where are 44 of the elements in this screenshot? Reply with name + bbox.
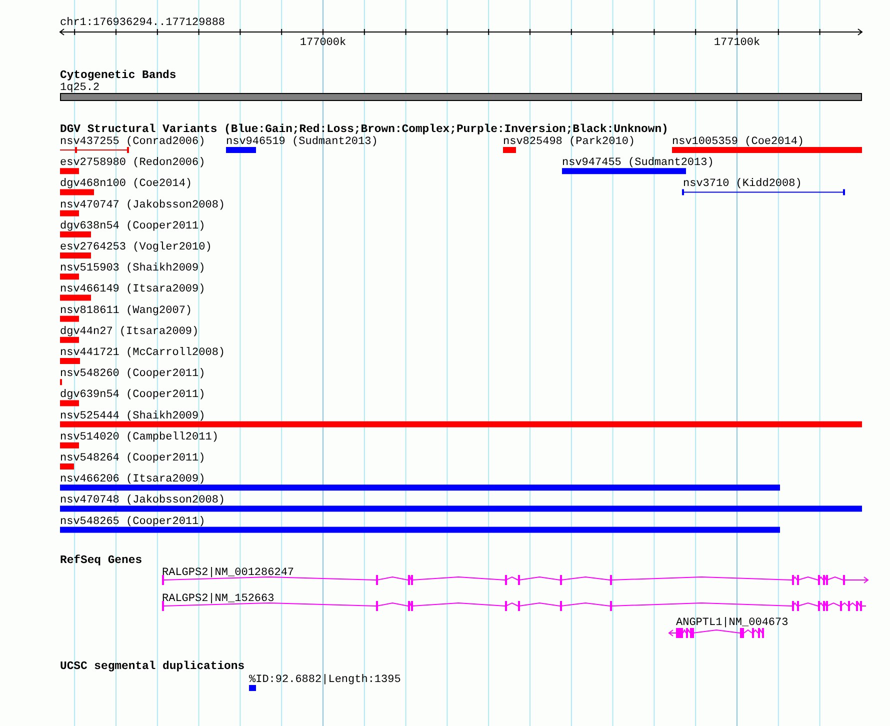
variant-bar[interactable] bbox=[60, 506, 862, 512]
variant-label[interactable]: dgv44n27 (Itsara2009) bbox=[60, 326, 199, 338]
variant-span[interactable] bbox=[60, 147, 129, 153]
variant-bar[interactable] bbox=[60, 274, 79, 280]
transcript-label[interactable]: RALGPS2|NM_152663 bbox=[162, 593, 274, 605]
variant-span[interactable] bbox=[682, 189, 845, 196]
tick-label: 177100k bbox=[714, 37, 760, 49]
variant-label[interactable]: nsv947455 (Sudmant2013) bbox=[562, 157, 714, 170]
variant-label[interactable]: nsv515903 (Shaikh2009) bbox=[60, 262, 206, 275]
variant-label[interactable]: nsv818611 (Wang2007) bbox=[60, 304, 192, 317]
transcript-drawing[interactable] bbox=[668, 628, 764, 638]
region-coordinates: chr1:176936294..177129888 bbox=[60, 17, 226, 29]
variant-label[interactable]: nsv466206 (Itsara2009) bbox=[60, 474, 206, 486]
variant-label[interactable]: nsv441721 (McCarroll2008) bbox=[60, 347, 226, 359]
variant-label[interactable]: nsv548265 (Cooper2011) bbox=[60, 516, 206, 528]
variant-label[interactable]: nsv525444 (Shaikh2009) bbox=[60, 410, 206, 422]
variant-label[interactable]: dgv468n100 (Coe2014) bbox=[60, 178, 192, 190]
track-title: RefSeq Genes bbox=[60, 555, 142, 567]
variant-bar[interactable] bbox=[60, 484, 780, 491]
variant-label[interactable]: nsv466149 (Itsara2009) bbox=[60, 284, 206, 296]
variant-label[interactable]: esv2758980 (Redon2006) bbox=[60, 157, 206, 170]
track-title: Cytogenetic Bands bbox=[60, 70, 176, 82]
tick-label: 177000k bbox=[300, 37, 346, 49]
variant-bar[interactable] bbox=[60, 168, 79, 174]
variant-label[interactable]: nsv470747 (Jakobsson2008) bbox=[60, 199, 226, 212]
variant-label[interactable]: nsv1005359 (Coe2014) bbox=[672, 136, 804, 148]
variant-label[interactable]: nsv548260 (Cooper2011) bbox=[60, 368, 206, 380]
variant-label[interactable]: dgv639n54 (Cooper2011) bbox=[60, 389, 206, 402]
band-label: 1q25.2 bbox=[60, 82, 100, 94]
variant-bar[interactable] bbox=[562, 168, 686, 174]
duplication-label[interactable]: %ID:92.6882|Length:1395 bbox=[249, 674, 401, 686]
variant-label[interactable]: nsv946519 (Sudmant2013) bbox=[226, 136, 378, 148]
variant-label[interactable]: nsv514020 (Campbell2011) bbox=[60, 431, 218, 444]
variant-label[interactable]: esv2764253 (Vogler2010) bbox=[60, 242, 212, 254]
track-title: DGV Structural Variants (Blue:Gain;Red:Loss;Brown:Complex;Purple:Inversion;Black:Unknown) bbox=[60, 124, 668, 136]
variant-label[interactable]: nsv470748 (Jakobsson2008) bbox=[60, 494, 226, 507]
variant-label[interactable]: nsv548264 (Cooper2011) bbox=[60, 452, 206, 464]
transcript-label[interactable]: ANGPTL1|NM_004673 bbox=[676, 617, 788, 629]
variant-label[interactable]: dgv638n54 (Cooper2011) bbox=[60, 220, 206, 232]
track-title: UCSC segmental duplications bbox=[60, 661, 245, 673]
variant-label[interactable]: nsv3710 (Kidd2008) bbox=[683, 178, 802, 190]
variant-label[interactable]: nsv437255 (Conrad2006) bbox=[60, 136, 206, 148]
transcript-label[interactable]: RALGPS2|NM_001286247 bbox=[162, 567, 294, 579]
variant-label[interactable]: nsv825498 (Park2010) bbox=[503, 136, 636, 148]
